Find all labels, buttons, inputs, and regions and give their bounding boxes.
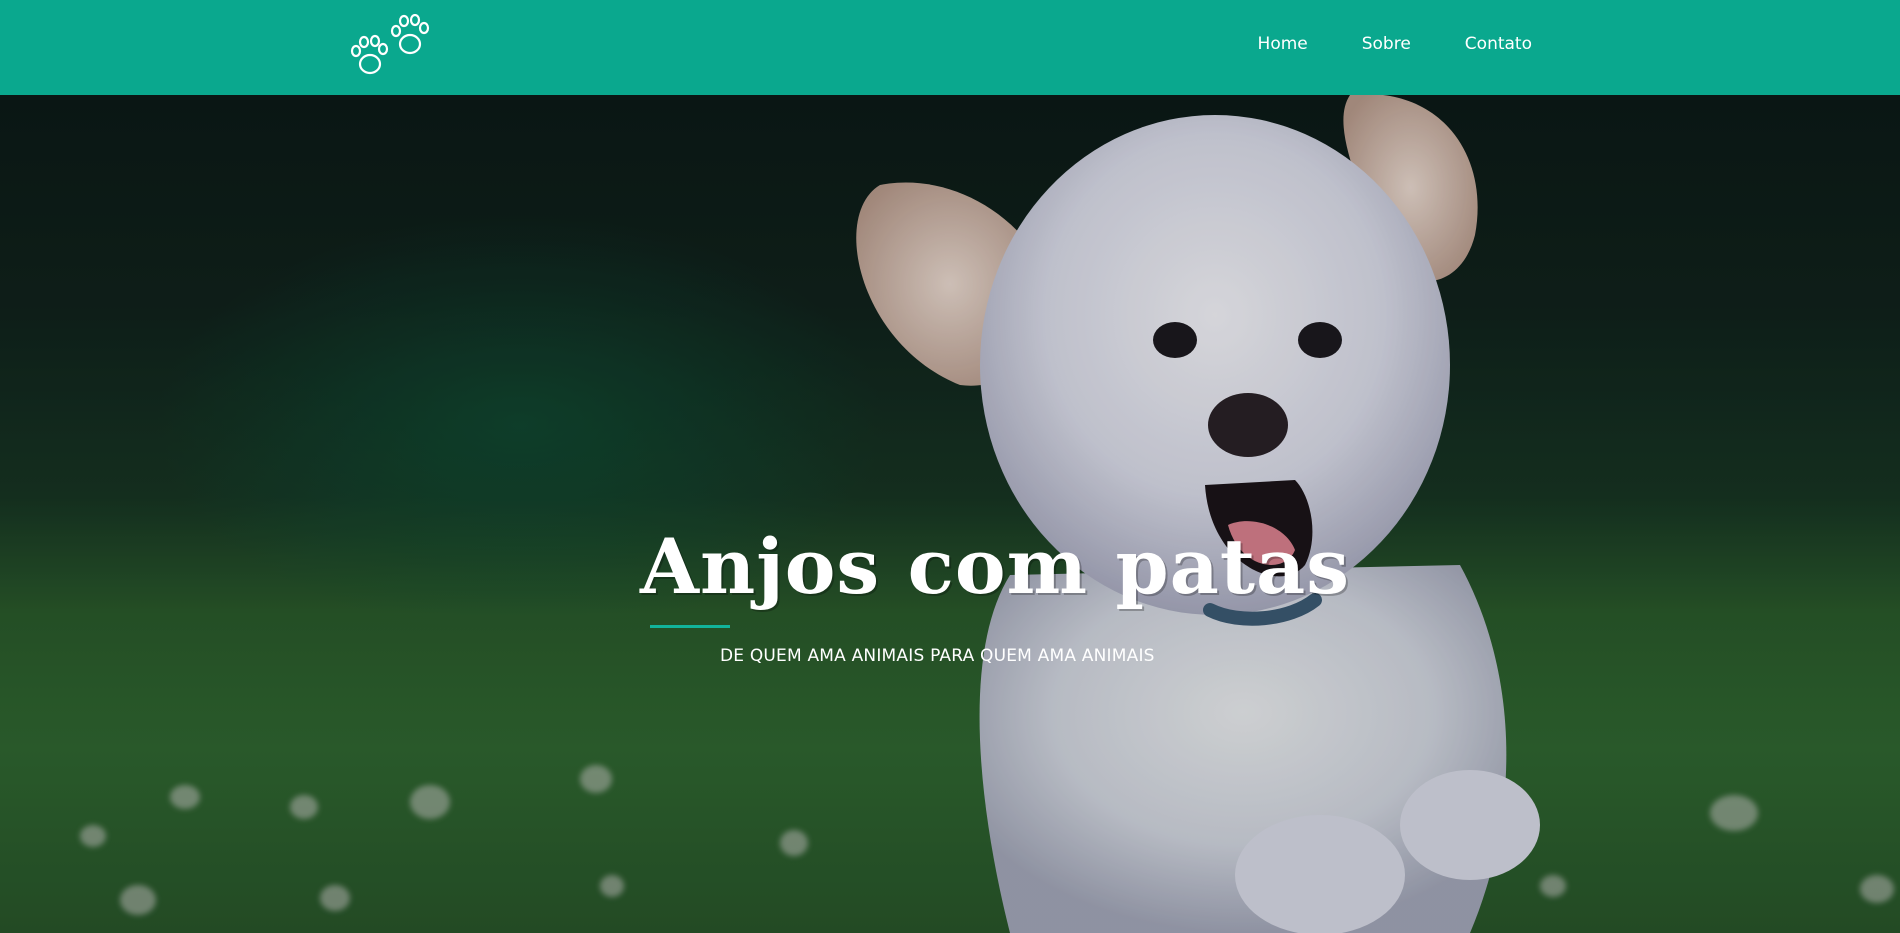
nav-home-link[interactable]: Home [1258, 34, 1308, 54]
top-navbar: Home Sobre Contato [0, 0, 1900, 95]
main-nav: Home Sobre Contato [1204, 34, 1532, 54]
hero-content: Anjos com patas DE QUEM AMA ANIMAIS PARA… [0, 525, 1900, 675]
title-underline [650, 625, 730, 628]
hero-section: Anjos com patas DE QUEM AMA ANIMAIS PARA… [0, 95, 1900, 933]
nav-contato-link[interactable]: Contato [1465, 34, 1532, 54]
hero-subtitle: DE QUEM AMA ANIMAIS PARA QUEM AMA ANIMAI… [720, 646, 1155, 666]
paw-prints-icon[interactable] [348, 14, 440, 80]
hero-title: Anjos com patas [640, 522, 1351, 611]
nav-sobre-link[interactable]: Sobre [1362, 34, 1411, 54]
